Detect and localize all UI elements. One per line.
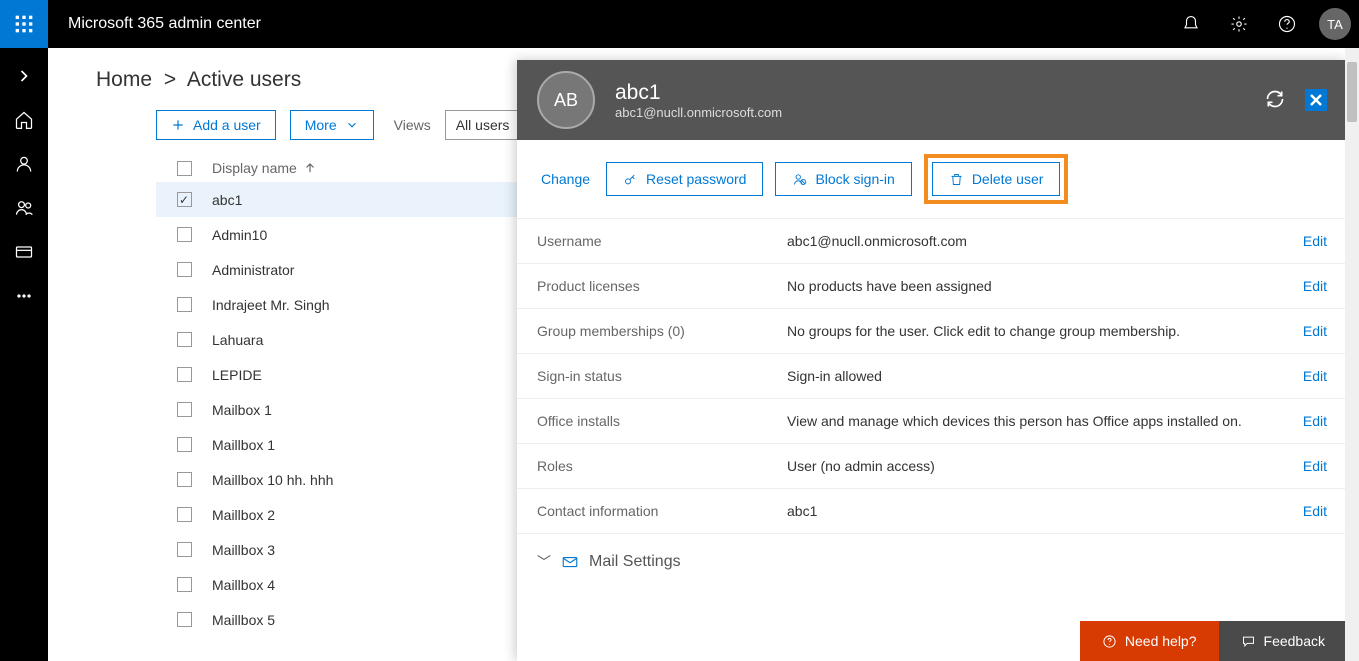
home-icon[interactable] [0,98,48,142]
edit-office[interactable]: Edit [1303,413,1327,429]
row-name: Maillbox 3 [212,542,275,558]
views-label: Views [394,117,431,133]
settings-icon[interactable] [1215,0,1263,48]
mail-icon [561,553,579,571]
row-checkbox[interactable] [177,542,192,557]
sort-asc-icon [303,161,317,175]
show-all-icon[interactable] [0,274,48,318]
contact-label: Contact information [537,503,787,519]
row-name: LEPIDE [212,367,262,383]
billing-icon[interactable] [0,230,48,274]
roles-label: Roles [537,458,787,474]
row-name: Maillbox 10 hh. hhh [212,472,333,488]
breadcrumb-current: Active users [187,68,301,91]
groups-label: Group memberships (0) [537,323,787,339]
more-label: More [305,117,337,133]
more-button[interactable]: More [290,110,374,140]
views-select[interactable]: All users [445,110,521,140]
row-checkbox[interactable] [177,192,192,207]
groups-icon[interactable] [0,186,48,230]
add-user-button[interactable]: Add a user [156,110,276,140]
select-all-checkbox[interactable] [177,161,192,176]
office-value: View and manage which devices this perso… [787,413,1303,429]
row-checkbox[interactable] [177,437,192,452]
suite-title: Microsoft 365 admin center [48,15,261,33]
block-signin-button[interactable]: Block sign-in [775,162,911,196]
users-icon[interactable] [0,142,48,186]
delete-user-highlight: Delete user [924,154,1069,204]
row-checkbox[interactable] [177,472,192,487]
row-name: Admin10 [212,227,267,243]
groups-value: No groups for the user. Click edit to ch… [787,323,1303,339]
row-name: Lahuara [212,332,263,348]
roles-value: User (no admin access) [787,458,1303,474]
username-label: Username [537,233,787,249]
reset-password-button[interactable]: Reset password [606,162,763,196]
suite-bar: Microsoft 365 admin center TA [0,0,1359,48]
avatar[interactable]: TA [1319,8,1351,40]
delete-user-button[interactable]: Delete user [932,162,1061,196]
breadcrumb-home[interactable]: Home [96,68,152,91]
row-checkbox[interactable] [177,262,192,277]
notifications-icon[interactable] [1167,0,1215,48]
row-name: Maillbox 2 [212,507,275,523]
contact-value: abc1 [787,503,1303,519]
edit-licenses[interactable]: Edit [1303,278,1327,294]
row-name: Indrajeet Mr. Singh [212,297,330,313]
row-name: Maillbox 1 [212,437,275,453]
edit-username[interactable]: Edit [1303,233,1327,249]
office-label: Office installs [537,413,787,429]
edit-signin[interactable]: Edit [1303,368,1327,384]
row-name: abc1 [212,192,242,208]
username-value: abc1@nucll.onmicrosoft.com [787,233,1303,249]
app-launcher-icon[interactable] [0,0,48,48]
close-icon[interactable] [1305,89,1327,111]
licenses-value: No products have been assigned [787,278,1303,294]
help-icon[interactable] [1263,0,1311,48]
user-details-panel: AB abc1 abc1@nucll.onmicrosoft.com Chang… [517,60,1347,661]
add-user-label: Add a user [193,117,261,133]
row-checkbox[interactable] [177,507,192,522]
expand-nav-icon[interactable] [0,54,48,98]
panel-actions: Change Reset password Block sign-in Dele… [517,140,1347,219]
row-checkbox[interactable] [177,612,192,627]
row-checkbox[interactable] [177,367,192,382]
row-checkbox[interactable] [177,227,192,242]
user-avatar: AB [537,71,595,129]
column-header-display-name[interactable]: Display name [212,160,317,176]
change-photo-button[interactable]: Change [537,163,594,195]
edit-contact[interactable]: Edit [1303,503,1327,519]
row-name: Mailbox 1 [212,402,272,418]
panel-header: AB abc1 abc1@nucll.onmicrosoft.com [517,60,1347,140]
edit-roles[interactable]: Edit [1303,458,1327,474]
mail-settings-label: Mail Settings [589,553,681,571]
row-name: Administrator [212,262,294,278]
row-name: Maillbox 5 [212,612,275,628]
scrollbar[interactable] [1345,48,1359,661]
left-nav [0,48,48,661]
licenses-label: Product licenses [537,278,787,294]
panel-title: abc1 [615,81,782,105]
signin-value: Sign-in allowed [787,368,1303,384]
chevron-down-icon: ﹀ [537,552,551,572]
panel-subtitle: abc1@nucll.onmicrosoft.com [615,105,782,120]
refresh-icon[interactable] [1265,89,1285,112]
row-checkbox[interactable] [177,297,192,312]
feedback-button[interactable]: Feedback [1219,621,1347,661]
row-checkbox[interactable] [177,577,192,592]
row-checkbox[interactable] [177,402,192,417]
row-name: Maillbox 4 [212,577,275,593]
need-help-button[interactable]: Need help? [1080,621,1219,661]
row-checkbox[interactable] [177,332,192,347]
edit-groups[interactable]: Edit [1303,323,1327,339]
mail-settings-section[interactable]: ﹀ Mail Settings [517,533,1347,590]
signin-label: Sign-in status [537,368,787,384]
